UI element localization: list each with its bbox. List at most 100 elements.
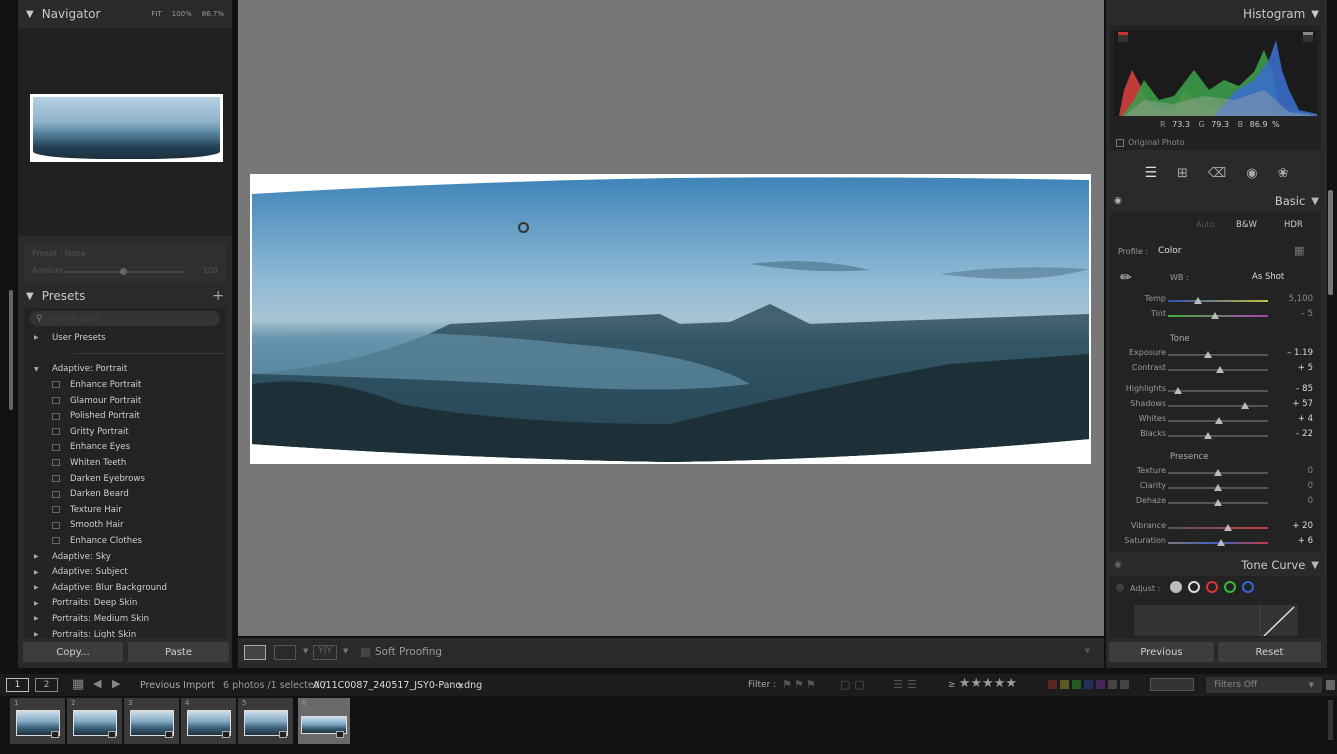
preset-group[interactable]: ▶ Adaptive: Blur Background <box>34 580 167 596</box>
preset-search-field[interactable]: ⚲ Filter Presets <box>30 311 220 326</box>
before-after-icon[interactable] <box>274 645 296 660</box>
previous-button[interactable]: Previous <box>1109 642 1214 662</box>
amount-slider[interactable] <box>64 268 184 275</box>
preset-item[interactable]: Gritty Portrait <box>52 424 129 440</box>
slider-thumb[interactable] <box>1214 469 1222 476</box>
slider-value[interactable]: 5,100 <box>1273 294 1313 304</box>
chevron-down-icon[interactable]: ▼ <box>343 647 348 655</box>
yy-view-icon[interactable]: Y|Y <box>313 645 337 660</box>
preset-item[interactable]: Glamour Portrait <box>52 393 141 409</box>
filmstrip-scrollbar[interactable] <box>1328 700 1333 740</box>
filmstrip-thumbnail[interactable]: 6 <box>298 698 350 744</box>
slider-temp[interactable]: Temp 5,100 <box>1106 294 1327 308</box>
preset-group[interactable]: ▶ Portraits: Deep Skin <box>34 596 137 612</box>
target-adjust-icon[interactable]: ◎ <box>1116 583 1124 593</box>
right-panel-scrollbar[interactable] <box>1328 190 1333 295</box>
amount-slider-thumb[interactable] <box>120 268 127 275</box>
slider-track[interactable] <box>1168 312 1268 319</box>
slider-thumb[interactable] <box>1174 387 1182 394</box>
slider-vibrance[interactable]: Vibrance + 20 <box>1106 521 1327 535</box>
loupe-view-icon[interactable] <box>244 645 266 660</box>
preset-group[interactable]: ▶ User Presets <box>34 330 106 346</box>
secondary-window-button[interactable]: 2 <box>35 678 58 692</box>
slider-thumb[interactable] <box>1241 402 1249 409</box>
toolbar-menu-icon[interactable]: ▼ <box>1085 647 1090 655</box>
filmstrip-collapse-icon[interactable] <box>1326 680 1335 690</box>
slider-value[interactable]: – 1.19 <box>1273 348 1313 358</box>
preset-item[interactable]: Polished Portrait <box>52 408 140 424</box>
preset-item[interactable]: Whiten Teeth <box>52 455 126 471</box>
grid-view-icon[interactable]: ▦ <box>72 677 84 692</box>
zoom-fit[interactable]: FIT <box>151 10 161 18</box>
slider-thumb[interactable] <box>1194 297 1202 304</box>
parametric-curve-icon[interactable] <box>1170 581 1182 593</box>
filename[interactable]: A011C0087_240517_JSY0-Pano.dng <box>313 680 482 691</box>
filter-lock-icons[interactable] <box>1150 678 1194 691</box>
slider-thumb[interactable] <box>1224 524 1232 531</box>
preset-group[interactable]: ▶ Portraits: Light Skin <box>34 627 136 638</box>
filmstrip-thumbnail[interactable]: 5 <box>238 698 293 744</box>
preset-group[interactable]: ▶ Portraits: Medium Skin <box>34 611 149 627</box>
slider-track[interactable] <box>1168 366 1268 373</box>
main-window-button[interactable]: 1 <box>6 678 29 692</box>
slider-value[interactable]: 0 <box>1273 481 1313 491</box>
slider-track[interactable] <box>1168 387 1268 394</box>
filmstrip-thumbnail[interactable]: 4 <box>181 698 236 744</box>
edited-filter-icons[interactable]: ☰☰ <box>893 678 921 691</box>
slider-saturation[interactable]: Saturation + 6 <box>1106 536 1327 550</box>
slider-whites[interactable]: Whites + 4 <box>1106 414 1327 428</box>
filmstrip-thumbnail[interactable]: 2 <box>67 698 122 744</box>
navigator-preview[interactable] <box>18 28 232 236</box>
slider-shadows[interactable]: Shadows + 57 <box>1106 399 1327 413</box>
reset-button[interactable]: Reset <box>1218 642 1321 662</box>
green-channel-icon[interactable] <box>1224 581 1236 593</box>
slider-thumb[interactable] <box>1204 351 1212 358</box>
tone-curve-graph[interactable] <box>1134 605 1298 636</box>
navigator-header[interactable]: ▼ Navigator FIT 100% 86.7% <box>18 0 232 28</box>
paste-button[interactable]: Paste <box>128 642 229 662</box>
filmstrip-thumbnail[interactable]: 3 <box>124 698 179 744</box>
slider-value[interactable]: – 22 <box>1273 429 1313 439</box>
filmstrip-thumbnail[interactable]: 1 <box>10 698 65 744</box>
preset-group[interactable]: ▼ Adaptive: Portrait <box>34 362 127 378</box>
slider-track[interactable] <box>1168 402 1268 409</box>
blue-channel-icon[interactable] <box>1242 581 1254 593</box>
slider-thumb[interactable] <box>1216 366 1224 373</box>
slider-track[interactable] <box>1168 417 1268 424</box>
presets-header[interactable]: ▼ Presets + <box>18 284 232 308</box>
preset-group[interactable]: ▶ Adaptive: Subject <box>34 564 128 580</box>
slider-thumb[interactable] <box>1214 499 1222 506</box>
chevron-down-icon[interactable]: ▼ <box>303 647 308 655</box>
preset-item[interactable]: Enhance Clothes <box>52 533 142 549</box>
slider-clarity[interactable]: Clarity 0 <box>1106 481 1327 495</box>
slider-track[interactable] <box>1168 524 1268 531</box>
slider-track[interactable] <box>1168 484 1268 491</box>
chevron-down-icon[interactable]: ▼ <box>458 682 463 690</box>
slider-thumb[interactable] <box>1217 539 1225 546</box>
slider-exposure[interactable]: Exposure – 1.19 <box>1106 348 1327 362</box>
slider-track[interactable] <box>1168 469 1268 476</box>
preset-item[interactable]: Smooth Hair <box>52 518 124 534</box>
preset-item[interactable]: Darken Beard <box>52 486 129 502</box>
soft-proofing-checkbox[interactable] <box>361 648 370 657</box>
tone-curve-header[interactable]: ◉ Tone Curve ▼ <box>1106 556 1327 574</box>
slider-value[interactable]: – 5 <box>1273 309 1313 319</box>
slider-texture[interactable]: Texture 0 <box>1106 466 1327 480</box>
slider-value[interactable]: – 85 <box>1273 384 1313 394</box>
visibility-eye-icon[interactable]: ◉ <box>1114 560 1122 570</box>
slider-thumb[interactable] <box>1211 312 1219 319</box>
slider-thumb[interactable] <box>1204 432 1212 439</box>
source-label[interactable]: Previous Import <box>140 680 215 691</box>
preset-item[interactable]: Enhance Portrait <box>52 377 141 393</box>
slider-thumb[interactable] <box>1215 417 1223 424</box>
zoom-100[interactable]: 100% <box>172 10 192 18</box>
slider-blacks[interactable]: Blacks – 22 <box>1106 429 1327 443</box>
slider-tint[interactable]: Tint – 5 <box>1106 309 1327 323</box>
preset-group[interactable]: ▶ Adaptive: Sky <box>34 549 111 565</box>
preset-item[interactable]: Texture Hair <box>52 502 122 518</box>
preset-item[interactable]: Enhance Eyes <box>52 440 130 456</box>
zoom-other[interactable]: 86.7% <box>202 10 224 18</box>
slider-value[interactable]: + 20 <box>1273 521 1313 531</box>
image-canvas[interactable] <box>238 0 1104 636</box>
slider-track[interactable] <box>1168 432 1268 439</box>
